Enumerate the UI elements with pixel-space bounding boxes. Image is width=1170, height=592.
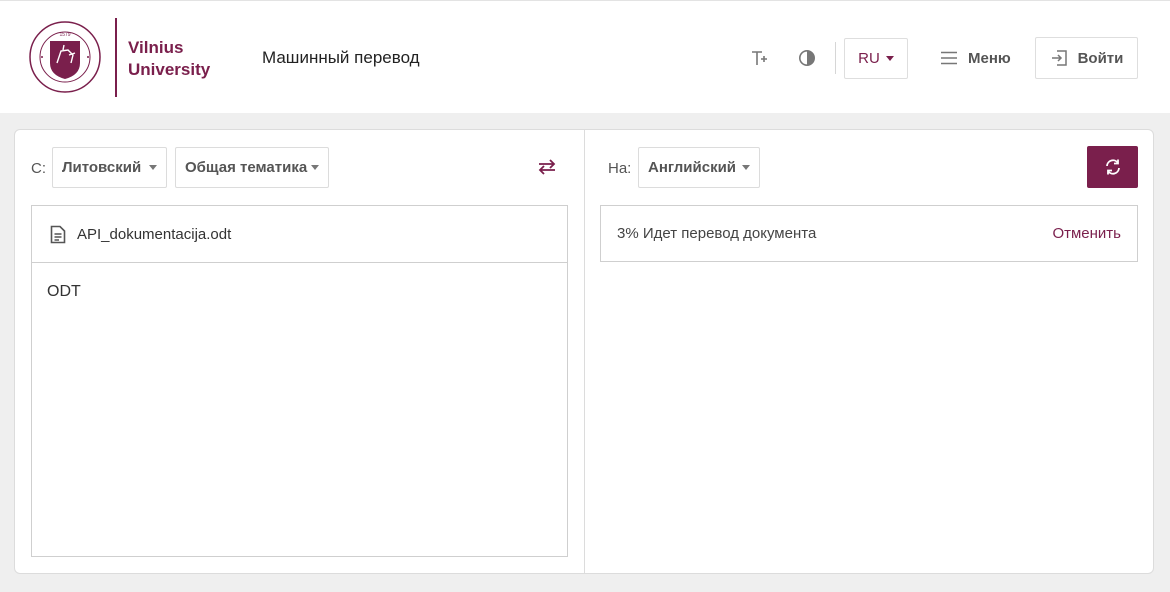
- sign-in-icon: [1051, 50, 1067, 66]
- refresh-icon: [1105, 159, 1120, 175]
- file-type-text: ODT: [47, 283, 81, 300]
- chevron-down-icon: [742, 165, 750, 170]
- translation-panel: С: Литовский Общая тематика API_dokument…: [14, 129, 1154, 574]
- cancel-link[interactable]: Отменить: [1052, 225, 1121, 242]
- column-divider: [584, 130, 585, 573]
- contrast-icon[interactable]: [794, 45, 820, 71]
- login-button-label: Войти: [1077, 49, 1124, 67]
- swap-icon: [538, 159, 556, 175]
- menu-button-label: Меню: [968, 49, 1011, 67]
- file-row: API_dokumentacija.odt: [32, 206, 567, 263]
- target-language-value: Английский: [648, 159, 737, 176]
- document-icon: [50, 225, 66, 243]
- chevron-down-icon: [311, 165, 319, 170]
- target-language-label: На:: [608, 160, 632, 177]
- language-selector-label: RU: [858, 50, 880, 67]
- hamburger-icon: [941, 51, 957, 65]
- university-name-line2: University: [128, 60, 211, 79]
- translation-status-box: 3% Идет перевод документа Отменить: [600, 205, 1138, 262]
- source-language-label: С:: [31, 160, 46, 177]
- header-separator: [835, 42, 836, 74]
- svg-text:1579: 1579: [59, 32, 70, 38]
- translation-status-text: 3% Идет перевод документа: [617, 225, 817, 242]
- text-size-icon[interactable]: [746, 45, 772, 71]
- target-language-dropdown[interactable]: Английский: [638, 147, 760, 188]
- file-name: API_dokumentacija.odt: [77, 225, 232, 243]
- swap-languages-button[interactable]: [534, 154, 560, 180]
- domain-value: Общая тематика: [185, 159, 308, 176]
- source-document-box: API_dokumentacija.odt ODT: [31, 205, 568, 557]
- chevron-down-icon: [149, 165, 157, 170]
- university-name-line1: Vilnius: [128, 38, 184, 57]
- site-title: Машинный перевод: [262, 48, 420, 67]
- language-selector[interactable]: RU: [844, 38, 908, 79]
- source-language-value: Литовский: [62, 159, 142, 176]
- menu-button[interactable]: Меню: [940, 45, 1011, 71]
- refresh-button[interactable]: [1087, 146, 1138, 188]
- header: 1579 Vilnius University Машинный перевод…: [0, 0, 1170, 113]
- login-button[interactable]: Войти: [1035, 37, 1138, 79]
- university-name[interactable]: Vilnius University: [128, 37, 210, 81]
- chevron-down-icon: [885, 56, 894, 61]
- university-seal-logo[interactable]: 1579: [28, 17, 102, 97]
- source-language-dropdown[interactable]: Литовский: [52, 147, 167, 188]
- domain-dropdown[interactable]: Общая тематика: [175, 147, 329, 188]
- logo-divider: [115, 18, 117, 97]
